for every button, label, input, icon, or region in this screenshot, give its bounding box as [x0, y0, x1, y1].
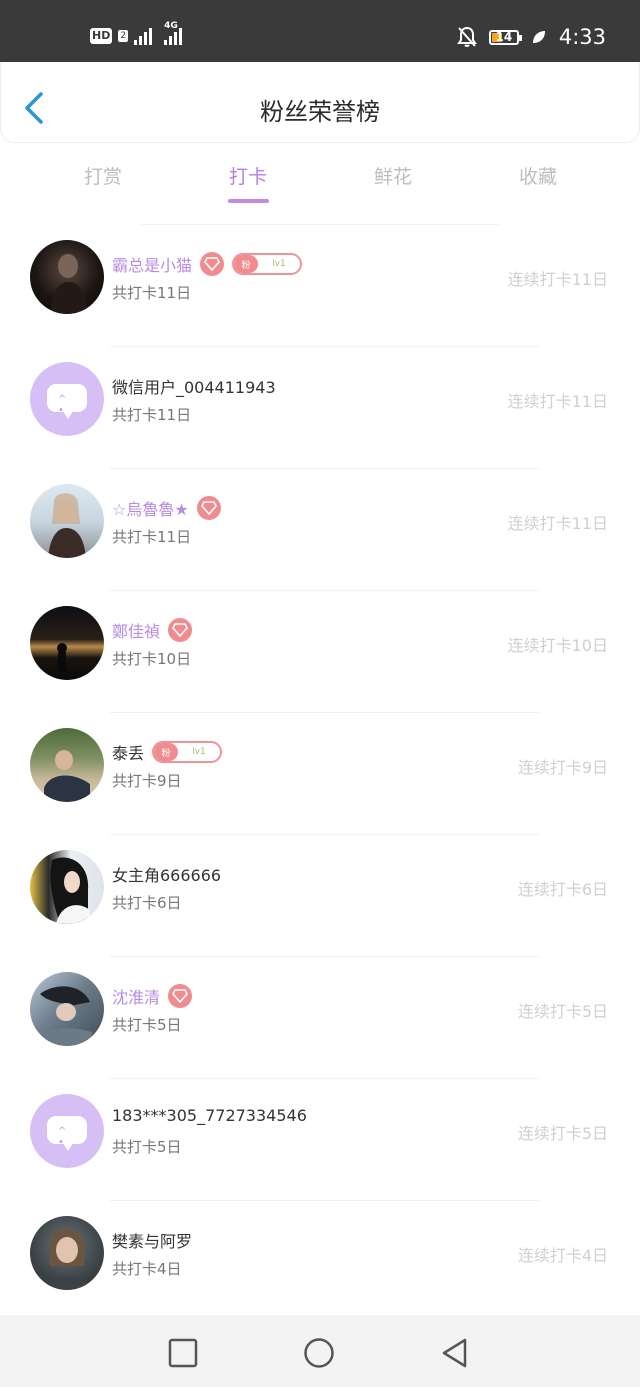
battery-level: 14 — [495, 29, 513, 44]
avatar[interactable] — [30, 606, 104, 680]
avatar[interactable] — [30, 728, 104, 802]
battery-icon: 14 — [488, 29, 522, 45]
streak-checkins: 连续打卡5日 — [517, 1002, 608, 1021]
list-item[interactable]: 沈淮清 共打卡5日 连续打卡5日 — [0, 956, 640, 1078]
active-tab-indicator — [228, 199, 269, 203]
page-header: 粉丝荣誉榜 — [0, 62, 640, 143]
list-item[interactable]: 泰丢 粉 lv1 共打卡9日 连续打卡9日 — [0, 712, 640, 834]
streak-checkins: 连续打卡9日 — [517, 758, 608, 777]
username: 183***305_7727334546 — [112, 1106, 307, 1125]
total-checkins: 共打卡11日 — [112, 284, 192, 302]
fan-level-badge: 粉 lv1 — [232, 253, 303, 275]
status-left: HD 2 4G — [90, 21, 183, 48]
total-checkins: 共打卡6日 — [112, 894, 182, 912]
avatar[interactable] — [30, 1216, 104, 1290]
fan-level-badge: 粉 lv1 — [152, 741, 223, 763]
username-text: 沈淮清 — [112, 988, 161, 1007]
diamond-badge-icon — [196, 496, 221, 520]
list-item[interactable]: 樊素与阿罗 共打卡4日 连续打卡4日 — [0, 1200, 640, 1322]
total-checkins: 共打卡11日 — [112, 406, 192, 424]
tab-favorites[interactable]: 收藏 — [478, 162, 598, 189]
username: 泰丢 粉 lv1 — [112, 740, 223, 764]
total-checkins: 共打卡11日 — [112, 528, 192, 546]
hd-sub-badge: 2 — [118, 30, 129, 42]
fan-badge-label: 粉 — [234, 255, 259, 273]
avatar[interactable] — [30, 240, 104, 314]
diamond-badge-icon — [200, 252, 225, 276]
streak-checkins: 连续打卡4日 — [517, 1246, 608, 1265]
avatar[interactable] — [30, 850, 104, 924]
streak-checkins: 连续打卡11日 — [507, 270, 608, 289]
square-icon[interactable] — [167, 1337, 199, 1369]
signal-icon — [134, 27, 153, 45]
avatar[interactable] — [30, 484, 104, 558]
fan-badge-label: 粉 — [154, 743, 179, 761]
list-item[interactable]: ^ • 183***305_7727334546 共打卡5日 连续打卡5日 — [0, 1078, 640, 1200]
diamond-badge-icon — [168, 618, 193, 642]
tab-bar: 打赏 打卡 鲜花 收藏 — [0, 150, 640, 208]
list-item[interactable]: 女主角666666 共打卡6日 连续打卡6日 — [0, 834, 640, 956]
network-label: 4G — [164, 21, 178, 31]
username: 女主角666666 — [112, 862, 221, 886]
tab-flowers[interactable]: 鲜花 — [333, 162, 453, 189]
system-nav-bar — [0, 1315, 640, 1387]
username-text: 泰丢 — [112, 744, 145, 763]
triangle-back-icon[interactable] — [439, 1337, 471, 1369]
list-item[interactable]: ☆烏魯魯★ 共打卡11日 连续打卡11日 — [0, 468, 640, 590]
username: 沈淮清 — [112, 984, 193, 1008]
username-text: 微信用户_004411943 — [112, 378, 276, 397]
total-checkins: 共打卡9日 — [112, 772, 182, 790]
username-text: 女主角666666 — [112, 866, 222, 885]
leaf-icon — [532, 31, 545, 43]
total-checkins: 共打卡4日 — [112, 1260, 182, 1278]
default-avatar-icon[interactable]: ^ • — [30, 1094, 104, 1168]
streak-checkins: 连续打卡6日 — [517, 880, 608, 899]
diamond-badge-icon — [168, 984, 193, 1008]
tab-checkin[interactable]: 打卡 — [188, 162, 308, 189]
circle-icon[interactable] — [303, 1337, 335, 1369]
username-text: ☆烏魯魯★ — [112, 500, 189, 519]
list-item[interactable]: 霸总是小猫 粉 lv1 共打卡11日 连续打卡11日 — [0, 224, 640, 346]
streak-checkins: 连续打卡11日 — [507, 514, 608, 533]
fan-badge-level: lv1 — [192, 747, 206, 757]
username: 霸总是小猫 粉 lv1 — [112, 252, 303, 276]
total-checkins: 共打卡5日 — [112, 1016, 182, 1034]
tab-reward[interactable]: 打赏 — [43, 162, 163, 189]
list-item[interactable]: ^ • 微信用户_004411943 共打卡11日 连续打卡11日 — [0, 346, 640, 468]
bell-off-icon — [456, 26, 477, 47]
avatar[interactable] — [30, 972, 104, 1046]
streak-checkins: 连续打卡5日 — [517, 1124, 608, 1143]
hd-badge: HD — [90, 28, 113, 44]
username-text: 霸总是小猫 — [112, 256, 193, 275]
username: ☆烏魯魯★ — [112, 496, 221, 520]
streak-checkins: 连续打卡10日 — [507, 636, 608, 655]
username-text: 樊素与阿罗 — [112, 1232, 193, 1251]
status-right: 14 4:33 — [456, 22, 606, 52]
page-title: 粉丝荣誉榜 — [260, 98, 380, 126]
status-bar: HD 2 4G 14 4:33 — [0, 0, 640, 62]
username-text: 183***305_7727334546 — [112, 1106, 307, 1125]
total-checkins: 共打卡10日 — [112, 650, 192, 668]
username-text: 鄭佳禎 — [112, 622, 161, 641]
fan-badge-level: lv1 — [272, 259, 286, 269]
total-checkins: 共打卡5日 — [112, 1138, 182, 1156]
username: 鄭佳禎 — [112, 618, 193, 642]
default-avatar-icon[interactable]: ^ • — [30, 362, 104, 436]
list-item[interactable]: 鄭佳禎 共打卡10日 连续打卡10日 — [0, 590, 640, 712]
username: 微信用户_004411943 — [112, 374, 276, 398]
clock: 4:33 — [558, 25, 606, 49]
streak-checkins: 连续打卡11日 — [507, 392, 608, 411]
username: 樊素与阿罗 — [112, 1228, 192, 1252]
signal-4g-icon: 4G — [164, 21, 183, 45]
